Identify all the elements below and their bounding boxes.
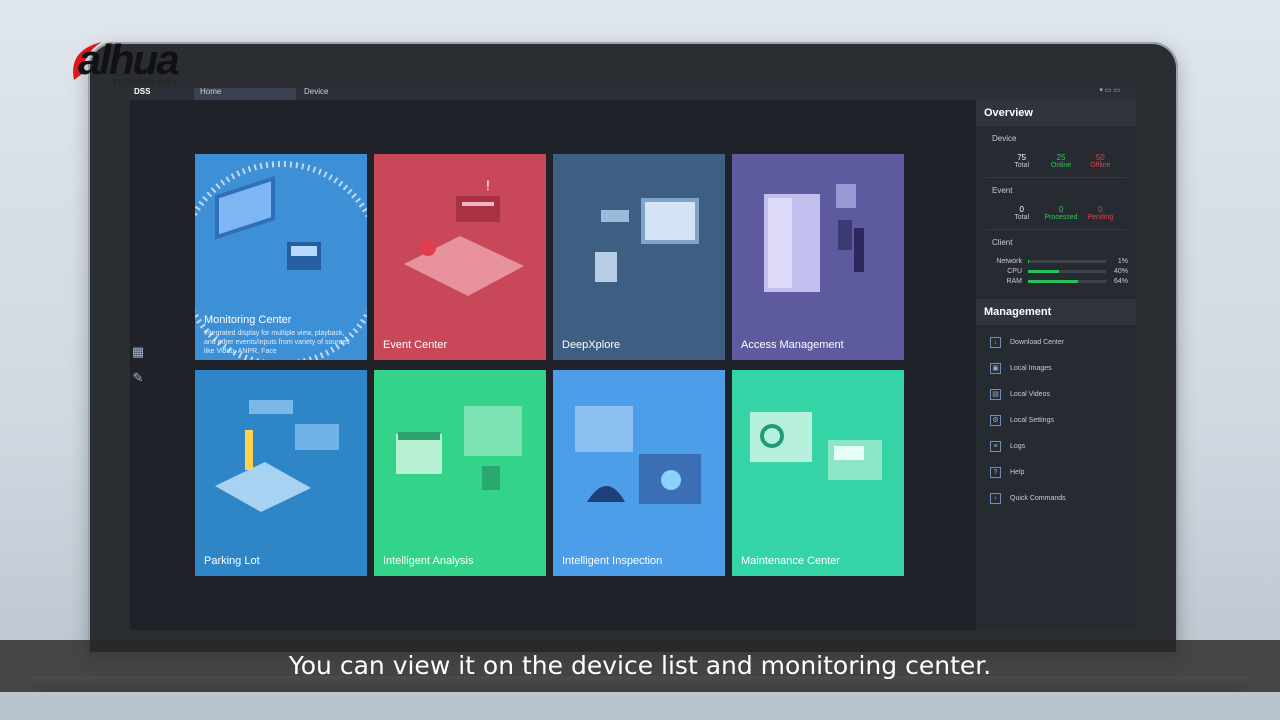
device-total[interactable]: 75 Total — [1002, 153, 1041, 169]
tile-label: Intelligent Inspection — [562, 555, 663, 567]
brand-name: alhua — [78, 36, 180, 83]
tile-label: Parking Lot — [204, 555, 260, 567]
management-title: Management — [976, 299, 1136, 325]
event-stats: 0 Total 0 Processed 0 Pending — [976, 195, 1136, 221]
local-images-item[interactable]: ▣ Local Images — [976, 355, 1136, 381]
wrench-icon[interactable]: ✎ — [130, 370, 146, 386]
settings-icon: ⚙ — [990, 414, 1001, 426]
tile-intelligent-analysis[interactable]: Intelligent Analysis — [374, 370, 546, 576]
brand-logo: alhua TECHNOLOGY — [66, 36, 242, 92]
tile-label: DeepXplore — [562, 339, 621, 351]
help-item[interactable]: ? Help — [976, 459, 1136, 485]
device-stats: 75 Total 25 Online 50 Offline — [976, 143, 1136, 169]
tile-intelligent-inspection[interactable]: Intelligent Inspection — [553, 370, 725, 576]
device-section-label: Device — [992, 134, 1017, 143]
access-illustration — [764, 184, 864, 292]
event-illustration: ! — [404, 177, 524, 296]
inspection-illustration — [575, 406, 701, 504]
maintenance-illustration — [750, 412, 882, 480]
right-panel: Overview Device 75 Total 25 Online 50 Of… — [976, 100, 1136, 630]
app-screen: DSS Home Device ▾ ▭ ▭ ▦ ✎ Monitoring Cen… — [130, 88, 1136, 630]
brand-subtitle: TECHNOLOGY — [112, 78, 179, 87]
tile-label: Event Center — [383, 339, 448, 351]
tab-device[interactable]: Device — [298, 88, 398, 100]
cpu-usage: CPU 40% — [1007, 268, 1128, 275]
tile-maintenance-center[interactable]: Maintenance Center — [732, 370, 904, 576]
tile-description: Integrated display for multiple view, pl… — [204, 330, 350, 355]
image-icon: ▣ — [990, 362, 1001, 374]
help-icon: ? — [990, 466, 1001, 478]
download-center-item[interactable]: ↓ Download Center — [976, 329, 1136, 355]
local-settings-item[interactable]: ⚙ Local Settings — [976, 407, 1136, 433]
quick-commands-item[interactable]: › Quick Commands — [976, 485, 1136, 511]
user-menu[interactable]: ▾ ▭ ▭ — [1099, 88, 1120, 94]
download-icon: ↓ — [990, 336, 1001, 348]
parking-illustration — [215, 400, 339, 512]
network-usage: Network 1% — [996, 258, 1128, 265]
tile-label: Intelligent Analysis — [383, 555, 474, 567]
top-bar: DSS Home Device ▾ ▭ ▭ — [130, 88, 1136, 100]
client-section-label: Client — [992, 238, 1013, 247]
analysis-illustration — [396, 406, 522, 490]
local-videos-item[interactable]: ▤ Local Videos — [976, 381, 1136, 407]
event-processed[interactable]: 0 Processed — [1041, 205, 1080, 221]
logs-icon: ≡ — [990, 440, 1001, 452]
command-icon: › — [990, 492, 1001, 504]
tile-access-management[interactable]: Access Management — [732, 154, 904, 360]
grid-icon[interactable]: ▦ — [130, 344, 146, 360]
overview-title: Overview — [976, 100, 1136, 126]
deepxplore-illustration — [595, 198, 699, 282]
event-pending[interactable]: 0 Pending — [1081, 205, 1120, 221]
tile-label: Maintenance Center — [741, 555, 841, 567]
device-online[interactable]: 25 Online — [1041, 153, 1080, 169]
event-section-label: Event — [992, 186, 1013, 195]
tile-deepxplore[interactable]: DeepXplore — [553, 154, 725, 360]
logs-item[interactable]: ≡ Logs — [976, 433, 1136, 459]
device-offline[interactable]: 50 Offline — [1081, 153, 1120, 169]
video-icon: ▤ — [990, 388, 1001, 400]
tile-parking-lot[interactable]: Parking Lot — [195, 370, 367, 576]
tile-label: Access Management — [741, 339, 844, 351]
event-total[interactable]: 0 Total — [1002, 205, 1041, 221]
video-subtitle: You can view it on the device list and m… — [288, 651, 992, 680]
svg-text:!: ! — [486, 177, 490, 193]
tile-label: Monitoring Center — [204, 314, 292, 326]
tile-monitoring-center[interactable]: Monitoring Center Integrated display for… — [195, 154, 367, 360]
tile-event-center[interactable]: ! Event Center — [374, 154, 546, 360]
ram-usage: RAM 64% — [1006, 278, 1128, 285]
